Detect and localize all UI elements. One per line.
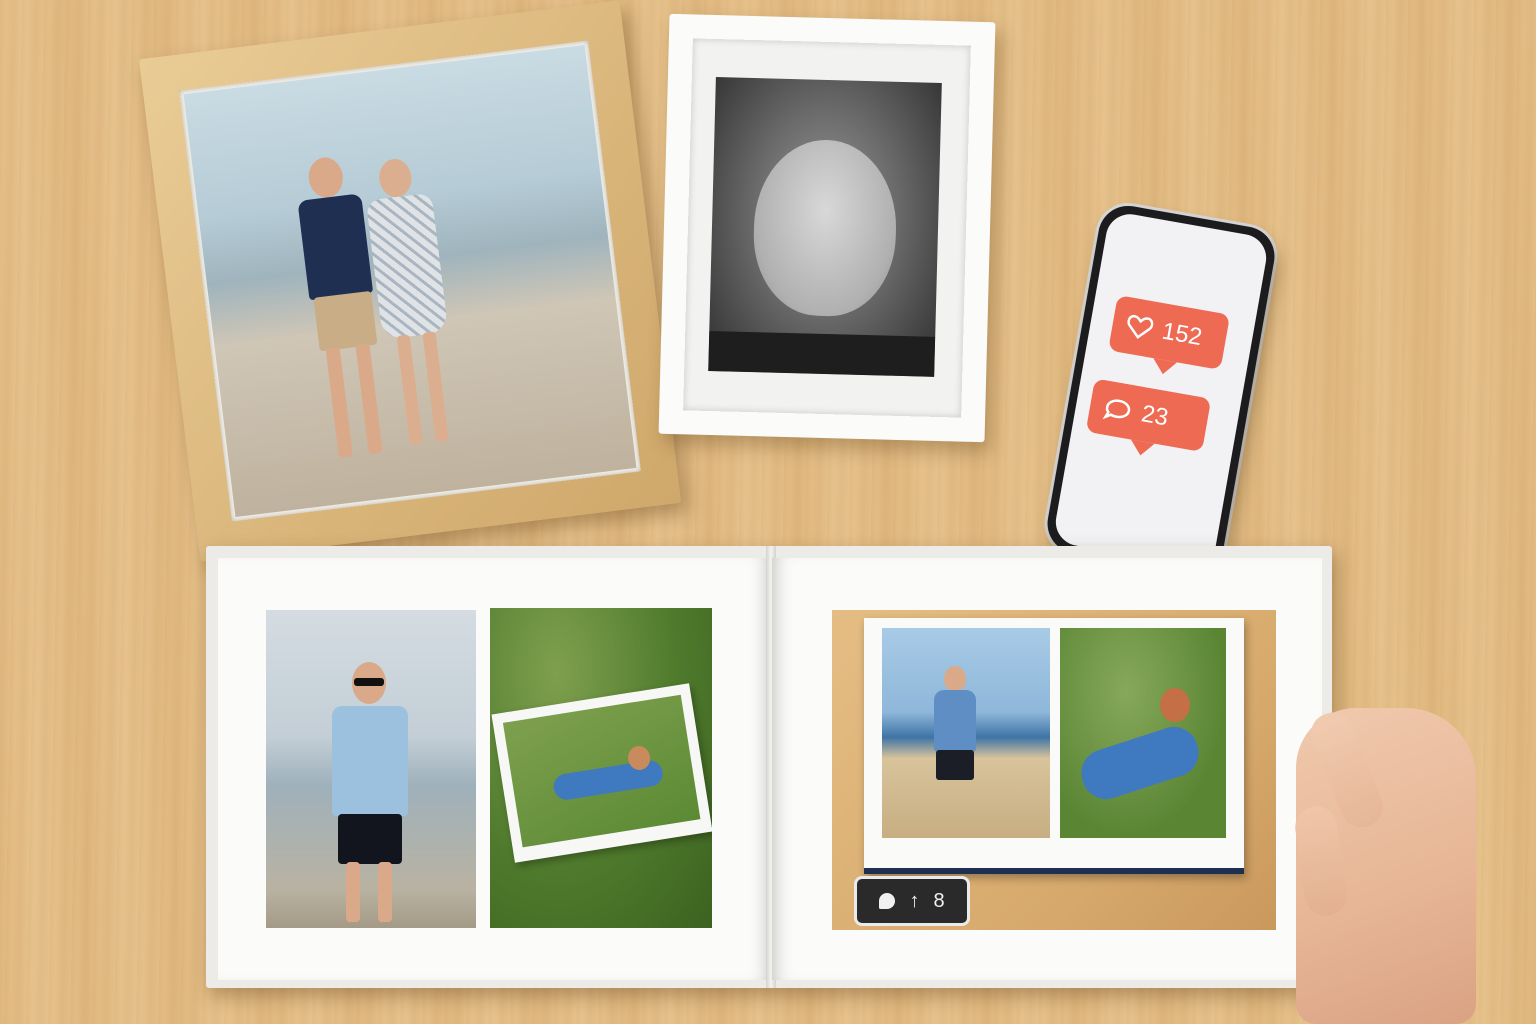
shirt bbox=[708, 330, 936, 377]
sunglasses bbox=[354, 678, 384, 686]
face bbox=[751, 138, 899, 318]
badge-count: 8 bbox=[933, 889, 945, 912]
woman-lying-figure bbox=[1075, 720, 1205, 806]
man-beach-photo bbox=[882, 628, 1050, 838]
small-photo-book bbox=[864, 618, 1244, 874]
comments-notification: 23 bbox=[1085, 378, 1212, 453]
woman-lying-photo bbox=[1060, 628, 1226, 838]
printed-photo bbox=[491, 683, 712, 863]
likes-notification: 152 bbox=[1108, 295, 1231, 371]
likes-count: 152 bbox=[1159, 317, 1205, 352]
grass-photo-with-print bbox=[490, 608, 712, 928]
arrow-up-icon: ↑ bbox=[909, 889, 920, 912]
white-picture-frame bbox=[658, 13, 996, 443]
comment-icon bbox=[1102, 399, 1131, 420]
heart-icon bbox=[1127, 314, 1154, 339]
family-beach-photo bbox=[183, 44, 637, 518]
wooden-picture-frame bbox=[138, 0, 682, 562]
photo-book bbox=[206, 546, 1332, 988]
book-left-page bbox=[218, 558, 770, 980]
comments-count: 23 bbox=[1139, 400, 1171, 432]
reaction-badge: ↑ 8 bbox=[854, 876, 970, 926]
phone-screen: 152 23 bbox=[1052, 210, 1270, 570]
smartphone: 152 23 bbox=[1042, 201, 1280, 579]
boy-beach-photo bbox=[266, 610, 476, 928]
girl-portrait-photo bbox=[708, 77, 942, 377]
comment-icon bbox=[879, 893, 896, 909]
